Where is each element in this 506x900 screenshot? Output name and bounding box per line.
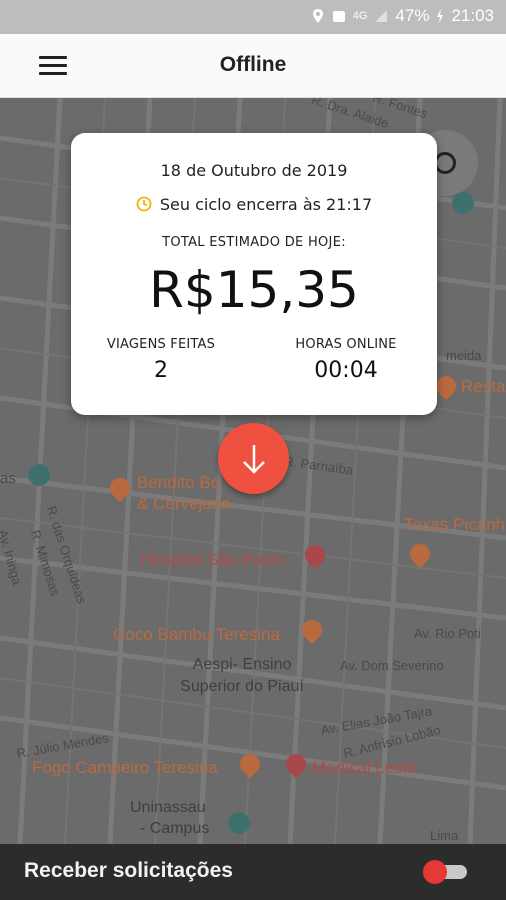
- location-icon: [312, 9, 323, 23]
- place-label[interactable]: Bendito Bo: [137, 472, 220, 493]
- summary-date: 18 de Outubro de 2019: [160, 161, 348, 180]
- place-label[interactable]: & Cervejaria: [137, 493, 231, 514]
- hours-value: 00:04: [314, 358, 378, 383]
- cycle-info: Seu ciclo encerra às 21:17: [71, 195, 437, 214]
- clock-icon: [136, 196, 152, 212]
- total-label: TOTAL ESTIMADO DE HOJE:: [162, 235, 346, 250]
- street-label: Lima: [430, 828, 459, 843]
- clock-time: 21:03: [451, 6, 494, 25]
- street-label: Av. Rio Poti: [414, 626, 481, 641]
- hours-label: HORAS ONLINE: [295, 337, 397, 352]
- status-bar: 4G 47% 21:03: [0, 0, 506, 34]
- place-label[interactable]: Uninassau: [130, 798, 224, 818]
- toggle-thumb: [423, 860, 447, 884]
- trips-label: VIAGENS FEITAS: [106, 337, 216, 352]
- place-label[interactable]: Aespi- Ensino: [172, 655, 312, 675]
- receive-requests-toggle[interactable]: [421, 860, 469, 884]
- signal-icon: [375, 10, 388, 22]
- street-label: as: [0, 470, 16, 487]
- battery-percent: 47%: [395, 6, 430, 25]
- place-pin-icon[interactable]: [228, 812, 250, 834]
- place-pin-icon[interactable]: [28, 464, 50, 486]
- cycle-text: Seu ciclo encerra às 21:17: [159, 195, 373, 214]
- trips-stat: VIAGENS FEITAS 2: [86, 337, 236, 383]
- place-label[interactable]: Hospital São Paulo: [141, 549, 286, 570]
- crosshair-icon: [434, 152, 456, 174]
- network-type: 4G: [352, 10, 368, 22]
- street-label: Av. Dom Severino: [340, 658, 444, 673]
- alarm-icon: [332, 11, 345, 22]
- place-label[interactable]: Resta: [461, 376, 505, 397]
- hours-stat: HORAS ONLINE 00:04: [271, 337, 421, 383]
- street-label: meida: [446, 348, 482, 363]
- place-label[interactable]: - Campus: [140, 819, 234, 839]
- earnings-summary-card: 18 de Outubro de 2019 Seu ciclo encerra …: [71, 133, 437, 415]
- collapse-card-button[interactable]: [218, 423, 289, 494]
- battery-charging-icon: [437, 9, 444, 23]
- place-label[interactable]: Medical Leste: [312, 757, 417, 778]
- page-title: Offline: [219, 53, 287, 76]
- place-label[interactable]: Texas Picanh: [404, 514, 505, 535]
- arrow-down-icon: [243, 445, 265, 474]
- app-bar: Offline: [0, 34, 506, 98]
- trips-value: 2: [154, 358, 168, 383]
- receive-requests-label: Receber solicitações: [24, 859, 233, 882]
- place-label[interactable]: Coco Bambu Teresina: [113, 624, 280, 645]
- place-label[interactable]: Fogo Campeiro Teresina: [32, 757, 218, 778]
- place-pin-icon[interactable]: [452, 192, 474, 214]
- total-value: R$15,35: [149, 261, 359, 319]
- place-label[interactable]: Superior do Piauí: [166, 677, 318, 697]
- bottom-bar: Receber solicitações: [0, 844, 506, 900]
